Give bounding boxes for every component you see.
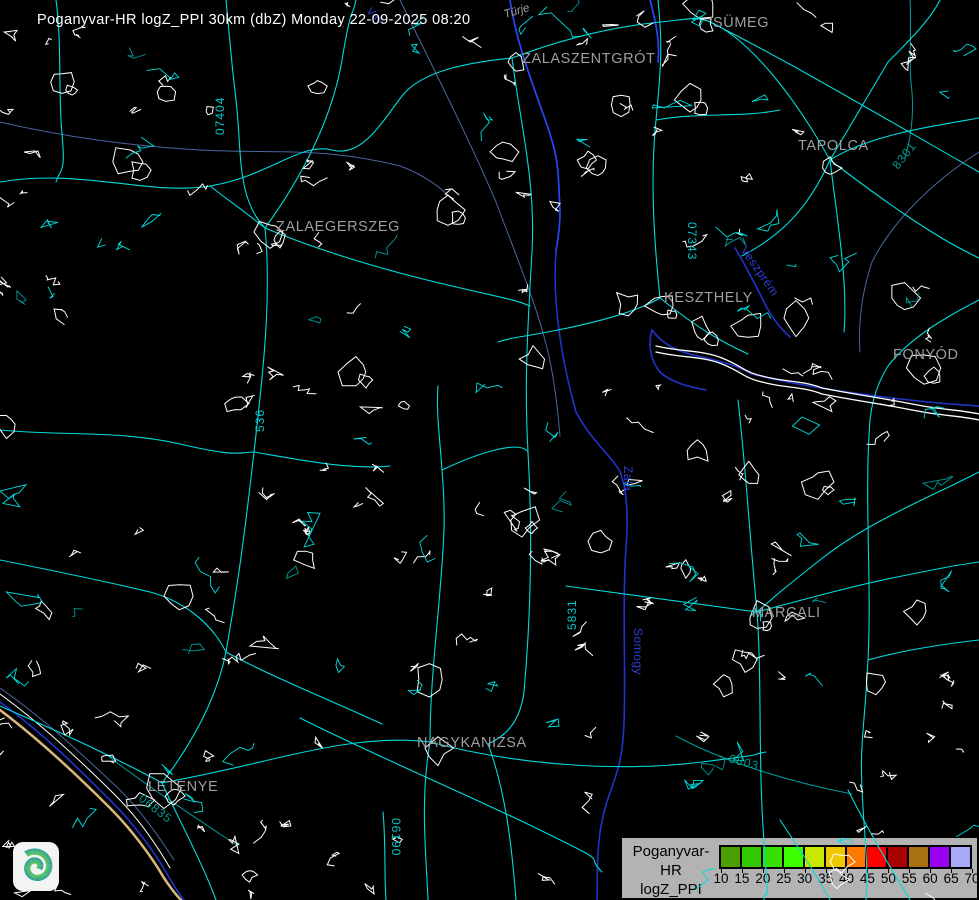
spiral-icon [13, 842, 59, 891]
radar-map-canvas: SÜMEG ZALASZENTGRÓT TAPOLCA ZALAEGERSZEG… [0, 0, 979, 900]
legend-tick-label: 25 [776, 871, 791, 886]
legend-field: logZ_PPI [624, 880, 718, 899]
legend-product: Poganyvar-HR [624, 842, 718, 880]
legend-cell-30 [805, 847, 824, 867]
county-border-lines [0, 0, 979, 860]
county-label-somogy: Somogy [631, 628, 645, 675]
road-label-07404: 07404 [213, 97, 227, 135]
road-label-06835: 06835 [136, 791, 175, 826]
road-label-5831: 5831 [565, 599, 579, 630]
road-lines [0, 0, 979, 900]
legend-cell-60 [930, 847, 949, 867]
radar-logo-icon [13, 842, 59, 891]
legend-cell-65 [951, 847, 970, 867]
legend-tick-label: 15 [734, 871, 749, 886]
road-label-8301: 8301 [889, 139, 919, 172]
city-label-marcali: MARCALI [752, 605, 821, 621]
legend-cell-15 [742, 847, 761, 867]
secondary-road-lines [108, 0, 913, 846]
legend-tick-label: 45 [860, 871, 875, 886]
legend-cell-20 [763, 847, 782, 867]
legend-tick-label: 55 [902, 871, 917, 886]
lakeshore-railway-lines [656, 346, 979, 420]
city-label-fonyod: FONYÓD [893, 346, 959, 363]
city-label-zalaegerszeg: ZALAEGERSZEG [276, 219, 400, 235]
settlement-outlines [0, 0, 979, 900]
river-label-veszprem: Veszprém [738, 244, 782, 299]
legend-cell-50 [888, 847, 907, 867]
city-label-zalaszentgrot: ZALASZENTGRÓT [522, 50, 655, 67]
legend-tick-label: 60 [923, 871, 938, 886]
legend-colorbar [719, 845, 972, 869]
legend-tick-label: 20 [755, 871, 770, 886]
city-label-letenye: LETENYE [148, 779, 218, 795]
radar-viewer: Poganyvar-HR logZ_PPI dbZ 10 15 20 25 30 35 40… [0, 0, 979, 900]
legend-cell-45 [867, 847, 886, 867]
legend-cell-25 [784, 847, 803, 867]
legend-panel: Poganyvar-HR logZ_PPI dbZ 10 15 20 25 30 35 40… [620, 836, 979, 900]
legend-tick-label: 70 [964, 871, 979, 886]
legend-tick-label: 35 [818, 871, 833, 886]
city-label-sumeg: SÜMEG [713, 13, 769, 31]
river-label-zala: Zala [621, 466, 635, 491]
county-label-vas: Vas [364, 5, 387, 27]
legend-tick-label: 65 [944, 871, 959, 886]
legend-cell-35 [826, 847, 845, 867]
road-label-6803: 6803 [727, 751, 760, 772]
legend-text: Poganyvar-HR logZ_PPI dbZ [624, 842, 718, 900]
city-label-nagykanizsa: NAGYKANIZSA [417, 735, 527, 751]
legend-tick-label: 30 [797, 871, 812, 886]
city-label-keszthely: KESZTHELY [664, 290, 753, 306]
village-label-turje: Türje [503, 2, 531, 21]
legend-cell-55 [909, 847, 928, 867]
legend-tick-label: 50 [881, 871, 896, 886]
road-label-07343: 07343 [685, 222, 699, 260]
legend-cell-40 [847, 847, 866, 867]
legend-cell-10 [721, 847, 740, 867]
legend-tick-label: 10 [713, 871, 728, 886]
road-label-06190: 06190 [389, 818, 403, 856]
city-label-tapolca: TAPOLCA [798, 138, 869, 154]
road-label-536: 536 [253, 409, 267, 432]
river-lines [0, 0, 979, 900]
map-labels: SÜMEG ZALASZENTGRÓT TAPOLCA ZALAEGERSZEG… [136, 2, 958, 856]
legend-tick-label: 40 [839, 871, 854, 886]
radar-title: Poganyvar-HR logZ_PPI 30km (dbZ) Monday … [37, 12, 470, 28]
